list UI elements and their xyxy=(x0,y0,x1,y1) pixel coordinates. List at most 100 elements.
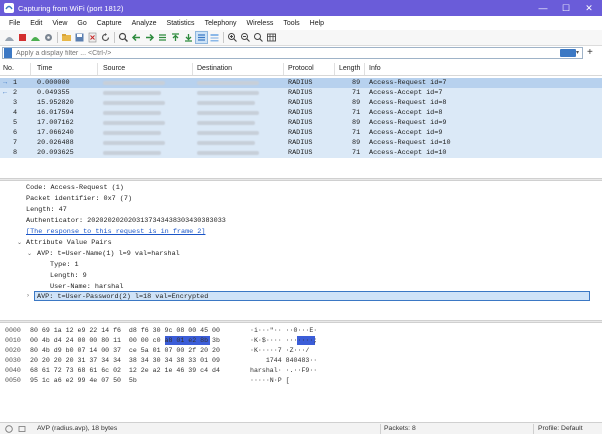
restart-icon[interactable] xyxy=(29,31,42,44)
redacted-destination-address xyxy=(197,141,255,145)
display-filter-input[interactable] xyxy=(16,49,516,57)
options-gear-icon[interactable] xyxy=(42,31,55,44)
redacted-destination-address xyxy=(197,81,259,85)
menu-help[interactable]: Help xyxy=(305,20,329,27)
bytes-hex[interactable]: 20 20 20 20 31 37 34 34 38 34 30 34 38 3… xyxy=(30,357,220,364)
last-packet-icon[interactable] xyxy=(182,31,195,44)
first-packet-icon[interactable] xyxy=(169,31,182,44)
open-folder-icon[interactable] xyxy=(60,31,73,44)
stop-icon[interactable] xyxy=(16,31,29,44)
maximize-button[interactable]: ☐ xyxy=(555,0,577,16)
bytes-line[interactable]: 0050 95 1c a6 e2 99 4e 07 50 5b ·····N·P… xyxy=(0,376,290,386)
menu-telephony[interactable]: Telephony xyxy=(200,20,242,27)
expand-chevron-right-icon[interactable]: › xyxy=(27,293,29,299)
detail-avp-username[interactable]: AVP: t=User-Name(1) l=9 val=harshal xyxy=(37,250,180,258)
detail-length[interactable]: Length: 47 xyxy=(26,206,67,214)
bytes-ascii[interactable]: 1744 840483·· xyxy=(250,357,317,364)
bytes-ascii[interactable]: harshal· ·.··F9·· xyxy=(250,367,317,374)
packet-row[interactable]: → 1 0.000000 RADIUS 89 Access-Request id… xyxy=(0,78,602,88)
minimize-button[interactable]: — xyxy=(532,0,554,16)
menu-analyze[interactable]: Analyze xyxy=(127,20,162,27)
packet-row[interactable]: 6 17.066240 RADIUS 71 Access-Accept id=9 xyxy=(0,128,602,138)
bytes-ascii[interactable]: ·K·$···· ·······; xyxy=(250,337,317,344)
go-back-icon[interactable] xyxy=(130,31,143,44)
zoom-in-icon[interactable] xyxy=(226,31,239,44)
menu-view[interactable]: View xyxy=(47,20,72,27)
capture-comment-icon[interactable] xyxy=(18,425,26,433)
column-header-protocol[interactable]: Protocol xyxy=(288,65,314,72)
zoom-out-icon[interactable] xyxy=(239,31,252,44)
detail-avp-username-value[interactable]: User-Name: harshal xyxy=(50,283,123,291)
resize-columns-icon[interactable] xyxy=(265,31,278,44)
packet-row[interactable]: 3 15.952820 RADIUS 89 Access-Request id=… xyxy=(0,98,602,108)
response-frame-link[interactable]: [The response to this request is in fram… xyxy=(26,228,205,236)
menu-statistics[interactable]: Statistics xyxy=(162,20,200,27)
menu-tools[interactable]: Tools xyxy=(278,20,304,27)
detail-identifier[interactable]: Packet identifier: 0x7 (7) xyxy=(26,195,132,203)
colorize-icon[interactable] xyxy=(208,31,221,44)
menu-file[interactable]: File xyxy=(4,20,25,27)
bytes-ascii[interactable]: ·K·····7 ·Z···/ xyxy=(250,347,317,354)
autoscroll-icon[interactable] xyxy=(195,31,208,44)
detail-avp-type[interactable]: Type: 1 xyxy=(50,261,79,269)
column-divider[interactable] xyxy=(97,63,98,75)
bytes-hex[interactable]: 80 69 1a 12 e9 22 14 f6 d8 f6 30 9c 08 0… xyxy=(30,327,220,334)
column-header-source[interactable]: Source xyxy=(103,65,125,72)
menu-go[interactable]: Go xyxy=(72,20,91,27)
save-icon[interactable] xyxy=(73,31,86,44)
bytes-hex[interactable]: 00 4b d4 24 00 00 80 11 00 00 c0 a8 01 e… xyxy=(30,337,220,344)
bytes-hex[interactable]: 68 61 72 73 68 61 6c 02 12 2e a2 1e 46 3… xyxy=(30,367,220,374)
bytes-ascii[interactable]: ·i···"·· ··0···E· xyxy=(250,327,317,334)
detail-avp-header[interactable]: Attribute Value Pairs xyxy=(26,239,112,247)
menu-capture[interactable]: Capture xyxy=(92,20,127,27)
menu-edit[interactable]: Edit xyxy=(25,20,47,27)
expand-chevron-down-icon[interactable]: ⌄ xyxy=(27,250,32,257)
display-filter-field[interactable]: ▾ xyxy=(2,47,583,59)
column-header-time[interactable]: Time xyxy=(37,65,52,72)
go-to-packet-icon[interactable] xyxy=(156,31,169,44)
packet-row[interactable]: 5 17.007162 RADIUS 89 Access-Request id=… xyxy=(0,118,602,128)
expert-info-icon[interactable] xyxy=(5,425,13,433)
menu-wireless[interactable]: Wireless xyxy=(241,20,278,27)
column-divider[interactable] xyxy=(192,63,193,75)
column-divider[interactable] xyxy=(283,63,284,75)
bytes-line[interactable]: 0040 68 61 72 73 68 61 6c 02 12 2e a2 1e… xyxy=(0,366,317,376)
bytes-hex[interactable]: 95 1c a6 e2 99 4e 07 50 5b xyxy=(30,377,137,384)
bytes-line[interactable]: 0020 80 4b d9 b0 07 14 00 37 ce 5a 01 07… xyxy=(0,346,309,356)
filter-history-dropdown-icon[interactable]: ▾ xyxy=(576,49,582,57)
apply-filter-arrow-icon[interactable] xyxy=(560,49,576,57)
normal-size-icon[interactable] xyxy=(252,31,265,44)
detail-authenticator[interactable]: Authenticator: 2020202020203137343438303… xyxy=(26,217,226,225)
column-header-info[interactable]: Info xyxy=(369,65,381,72)
pane-splitter[interactable] xyxy=(0,320,602,323)
close-file-icon[interactable] xyxy=(86,31,99,44)
column-header-length[interactable]: Length xyxy=(339,65,360,72)
add-filter-button-icon[interactable]: + xyxy=(587,47,593,58)
reload-icon[interactable] xyxy=(99,31,112,44)
column-header-no[interactable]: No. xyxy=(3,65,14,72)
bytes-line[interactable]: 0000 80 69 1a 12 e9 22 14 f6 d8 f6 30 9c… xyxy=(0,326,317,336)
bytes-hex[interactable]: 80 4b d9 b0 07 14 00 37 ce 5a 01 07 00 2… xyxy=(30,347,220,354)
column-divider[interactable] xyxy=(334,63,335,75)
shark-fin-icon[interactable] xyxy=(3,31,16,44)
packet-row[interactable]: 7 20.026488 RADIUS 89 Access-Request id=… xyxy=(0,138,602,148)
pane-splitter[interactable] xyxy=(0,178,602,181)
status-profile[interactable]: Profile: Default xyxy=(538,425,583,432)
bytes-ascii[interactable]: ·····N·P [ xyxy=(250,377,290,384)
column-divider[interactable] xyxy=(30,63,31,75)
bookmark-icon[interactable] xyxy=(4,48,12,58)
go-forward-icon[interactable] xyxy=(143,31,156,44)
expand-chevron-down-icon[interactable]: ⌄ xyxy=(17,239,22,246)
detail-avp-password[interactable]: AVP: t=User-Password(2) l=18 val=Encrypt… xyxy=(37,293,208,301)
close-button[interactable]: ✕ xyxy=(578,0,600,16)
bytes-line[interactable]: 0030 20 20 20 20 31 37 34 34 38 34 30 34… xyxy=(0,356,317,366)
packet-row[interactable]: 8 20.093625 RADIUS 71 Access-Accept id=1… xyxy=(0,148,602,158)
find-icon[interactable] xyxy=(117,31,130,44)
detail-code[interactable]: Code: Access-Request (1) xyxy=(26,184,124,192)
detail-avp-length[interactable]: Length: 9 xyxy=(50,272,87,280)
packet-row[interactable]: 4 16.017594 RADIUS 71 Access-Accept id=8 xyxy=(0,108,602,118)
column-header-destination[interactable]: Destination xyxy=(197,65,232,72)
bytes-line[interactable]: 0010 00 4b d4 24 00 00 80 11 00 00 c0 a8… xyxy=(0,336,317,346)
packet-row[interactable]: ← 2 0.049355 RADIUS 71 Access-Accept id=… xyxy=(0,88,602,98)
column-divider[interactable] xyxy=(364,63,365,75)
